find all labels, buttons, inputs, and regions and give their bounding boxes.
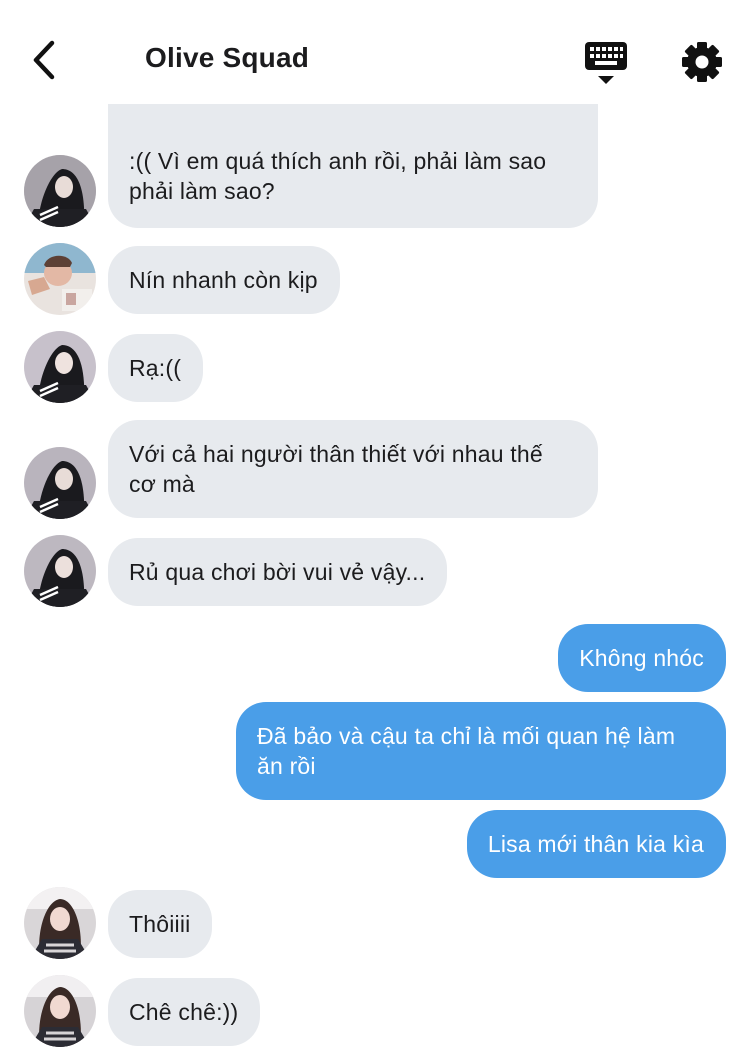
message-text: Thôiiii xyxy=(129,911,191,937)
outgoing-message[interactable]: Lisa mới thân kia kìa xyxy=(466,810,726,878)
outgoing-message[interactable]: Đã bảo và cậu ta chỉ là mối quan hệ làm … xyxy=(236,702,726,800)
back-button[interactable] xyxy=(28,38,64,82)
outgoing-message[interactable]: Không nhóc xyxy=(558,624,726,692)
incoming-message[interactable]: Rạ:(( xyxy=(108,334,204,402)
incoming-message[interactable]: Thôiiii xyxy=(108,890,213,958)
incoming-message[interactable]: Chê chê:)) xyxy=(108,978,261,1046)
avatar[interactable] xyxy=(24,887,96,959)
message-text: Đã bảo và cậu ta chỉ là mối quan hệ làm … xyxy=(257,723,676,779)
incoming-message[interactable]: Rủ qua chơi bời vui vẻ vậy... xyxy=(108,538,448,606)
incoming-message[interactable]: :(( Vì em quá thích anh rồi, phải làm sa… xyxy=(108,104,598,228)
message-text: Rủ qua chơi bời vui vẻ vậy... xyxy=(129,559,426,585)
chat-header: Olive Squad xyxy=(0,0,750,118)
avatar[interactable] xyxy=(24,155,96,227)
message-text: Không nhóc xyxy=(579,645,704,671)
keyboard-hide-icon xyxy=(585,42,627,84)
chat-title: Olive Squad xyxy=(145,42,310,73)
message-text: Chê chê:)) xyxy=(129,999,239,1025)
message-text: Với cả hai người thân thiết với nhau thế… xyxy=(129,441,543,497)
incoming-message[interactable]: Với cả hai người thân thiết với nhau thế… xyxy=(108,420,598,518)
avatar[interactable] xyxy=(24,243,96,315)
avatar[interactable] xyxy=(24,447,96,519)
keyboard-toggle-button[interactable] xyxy=(584,40,628,86)
avatar[interactable] xyxy=(24,331,96,403)
message-text: Rạ:(( xyxy=(129,355,182,381)
gear-icon xyxy=(682,42,722,82)
message-text: :(( Vì em quá thích anh rồi, phải làm sa… xyxy=(129,148,547,204)
chevron-left-icon xyxy=(33,40,55,80)
message-text: Nín nhanh còn kịp xyxy=(129,267,318,293)
avatar[interactable] xyxy=(24,535,96,607)
settings-button[interactable] xyxy=(680,40,724,84)
message-text: Lisa mới thân kia kìa xyxy=(487,831,704,857)
incoming-message[interactable]: Nín nhanh còn kịp xyxy=(108,246,340,314)
avatar[interactable] xyxy=(24,975,96,1047)
